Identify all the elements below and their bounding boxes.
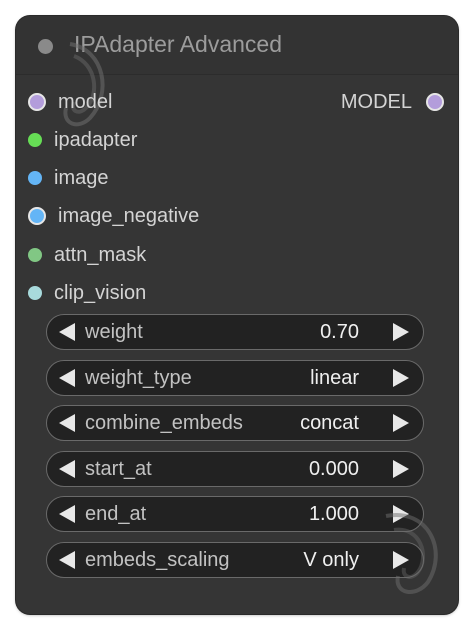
slot-label: image_negative <box>58 204 200 227</box>
widget-combine-embeds[interactable]: combine_embeds concat <box>46 405 424 441</box>
widget-value[interactable]: V only <box>303 549 359 572</box>
increment-arrow-icon[interactable] <box>393 323 409 341</box>
increment-arrow-icon[interactable] <box>393 460 409 478</box>
widget-label: start_at <box>85 457 152 480</box>
widget-value[interactable]: 0.000 <box>309 458 359 481</box>
ipadapter-advanced-node[interactable]: IPAdapter Advanced model ipadapter image… <box>16 16 458 614</box>
increment-arrow-icon[interactable] <box>393 505 409 523</box>
decrement-arrow-icon[interactable] <box>59 551 75 569</box>
input-slot-image-negative[interactable]: image_negative <box>28 202 199 230</box>
widget-end-at[interactable]: end_at 1.000 <box>46 496 424 532</box>
widget-value[interactable]: 0.70 <box>320 321 359 344</box>
input-slot-ipadapter[interactable]: ipadapter <box>28 126 137 154</box>
decrement-arrow-icon[interactable] <box>59 369 75 387</box>
slot-connector-icon[interactable] <box>426 93 444 111</box>
widget-value[interactable]: linear <box>310 367 359 390</box>
widget-label: weight_type <box>85 366 192 389</box>
slot-label: clip_vision <box>54 281 147 304</box>
widget-value[interactable]: 1.000 <box>309 503 359 526</box>
slot-connector-icon[interactable] <box>28 133 42 147</box>
input-slot-clip-vision[interactable]: clip_vision <box>28 279 146 307</box>
widget-start-at[interactable]: start_at 0.000 <box>46 451 424 487</box>
slot-connector-icon[interactable] <box>28 286 42 300</box>
widget-label: embeds_scaling <box>85 548 230 571</box>
slot-connector-icon[interactable] <box>28 93 46 111</box>
input-slot-image[interactable]: image <box>28 164 108 192</box>
widget-embeds-scaling[interactable]: embeds_scaling V only <box>46 542 424 578</box>
widget-label: weight <box>85 320 143 343</box>
widget-label: end_at <box>85 502 147 525</box>
slot-label: MODEL <box>340 90 412 113</box>
slot-connector-icon[interactable] <box>28 248 42 262</box>
node-title: IPAdapter Advanced <box>74 31 282 57</box>
decrement-arrow-icon[interactable] <box>59 414 75 432</box>
widget-weight[interactable]: weight 0.70 <box>46 314 424 350</box>
increment-arrow-icon[interactable] <box>393 414 409 432</box>
input-slot-model[interactable]: model <box>28 88 112 116</box>
widget-label: combine_embeds <box>85 411 243 434</box>
slot-label: attn_mask <box>54 243 147 266</box>
widget-value[interactable]: concat <box>300 412 359 435</box>
slot-label: model <box>58 90 113 113</box>
widget-weight-type[interactable]: weight_type linear <box>46 360 424 396</box>
slot-label: image <box>54 166 109 189</box>
slot-connector-icon[interactable] <box>28 207 46 225</box>
decrement-arrow-icon[interactable] <box>59 460 75 478</box>
slot-connector-icon[interactable] <box>28 171 42 185</box>
node-title-bar[interactable]: IPAdapter Advanced <box>16 16 458 75</box>
decrement-arrow-icon[interactable] <box>59 505 75 523</box>
decrement-arrow-icon[interactable] <box>59 323 75 341</box>
increment-arrow-icon[interactable] <box>393 551 409 569</box>
collapse-toggle-icon[interactable] <box>38 39 53 54</box>
increment-arrow-icon[interactable] <box>393 369 409 387</box>
output-slot-model[interactable]: MODEL <box>341 88 444 116</box>
slot-label: ipadapter <box>54 128 138 151</box>
input-slot-attn-mask[interactable]: attn_mask <box>28 241 146 269</box>
